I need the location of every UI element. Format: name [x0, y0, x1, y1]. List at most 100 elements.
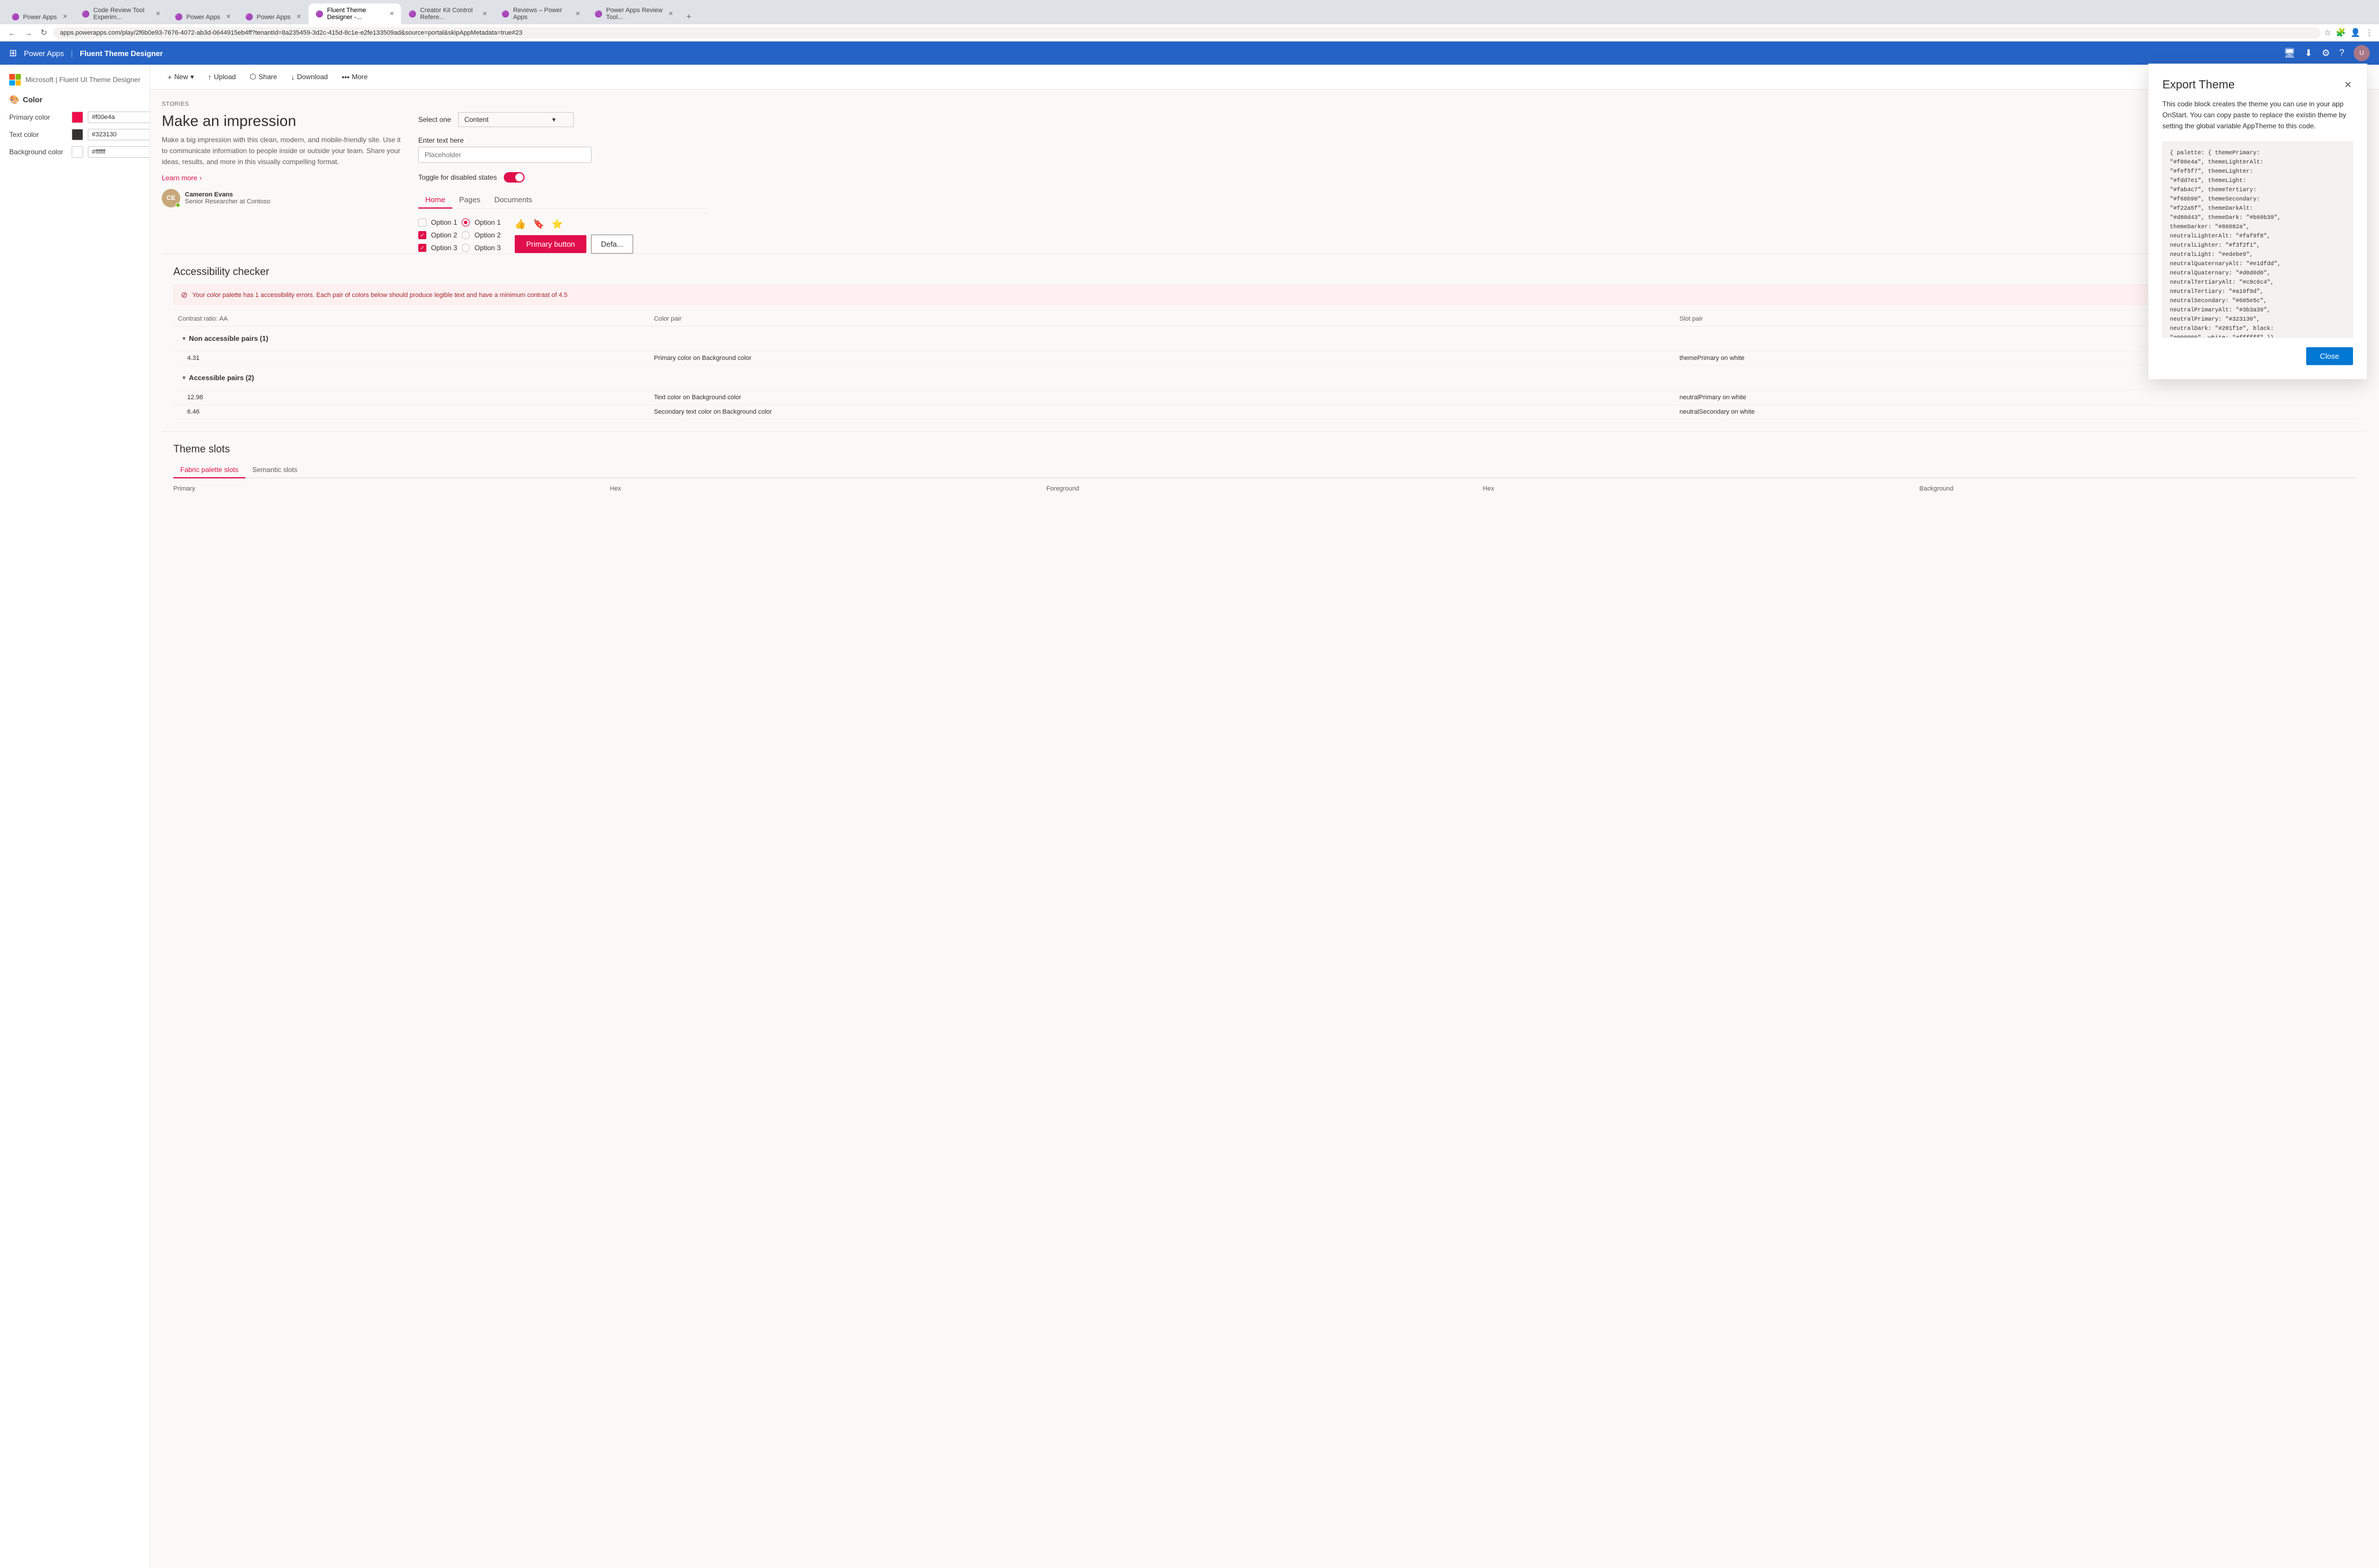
col-ratio: Contrast ratio: AA: [173, 312, 649, 326]
tab-4[interactable]: 🟣 Fluent Theme Designer -... ✕: [308, 3, 401, 24]
export-close-button[interactable]: Close: [2306, 347, 2353, 365]
pivot-pages[interactable]: Pages: [452, 192, 488, 209]
download-icon: ↓: [291, 73, 295, 81]
share-label: Share: [259, 73, 277, 81]
tab-close-4[interactable]: ✕: [389, 11, 394, 17]
export-close-x-button[interactable]: ✕: [2343, 78, 2353, 92]
tab-favicon-2: 🟣: [175, 13, 183, 21]
text-color-swatch[interactable]: [72, 129, 83, 140]
checkbox-2[interactable]: ✓: [418, 231, 426, 239]
non-accessible-group-header: ▾ Non accessible pairs (1): [173, 326, 2356, 351]
status-dot: [176, 203, 180, 207]
tab-favicon-4: 🟣: [315, 10, 324, 18]
primary-color-input[interactable]: [88, 112, 150, 123]
microsoft-logo: [9, 74, 21, 86]
more-button[interactable]: ••• More: [336, 70, 373, 84]
menu-icon[interactable]: ⋮: [2365, 28, 2373, 38]
primary-color-swatch[interactable]: [72, 112, 83, 123]
tab-2[interactable]: 🟣 Power Apps ✕: [168, 10, 238, 24]
main-area: Microsoft | Fluent UI Theme Designer 🎨 C…: [0, 65, 2379, 1568]
download-button[interactable]: ↓ Download: [285, 70, 334, 84]
ellipsis-icon: •••: [341, 73, 350, 81]
theme-slots-section: Theme slots Fabric palette slots Semanti…: [162, 431, 2367, 504]
upload-label: Upload: [214, 73, 236, 81]
bg-color-swatch[interactable]: [72, 146, 83, 158]
thumbup-icon[interactable]: 👍: [515, 218, 526, 230]
primary-button[interactable]: Primary button: [515, 235, 587, 253]
text-input-field[interactable]: [418, 147, 592, 163]
slot-tab-semantic[interactable]: Semantic slots: [246, 462, 304, 478]
bookmark-icon[interactable]: ☆: [2324, 28, 2332, 38]
star-icon[interactable]: ⭐: [552, 218, 563, 230]
profile-icon[interactable]: 👤: [2351, 28, 2361, 38]
upload-button[interactable]: ↑ Upload: [202, 70, 242, 84]
radio-1[interactable]: [462, 218, 470, 226]
settings-icon[interactable]: ⚙: [2322, 47, 2330, 59]
tab-close-3[interactable]: ✕: [296, 14, 301, 20]
share-button[interactable]: ⬡ Share: [244, 69, 282, 84]
checkbox-1[interactable]: [418, 218, 426, 226]
export-description: This code block creates the theme you ca…: [2162, 99, 2353, 132]
download-nav-icon[interactable]: ⬇: [2304, 47, 2312, 59]
tab-label-2: Power Apps: [187, 14, 221, 21]
tab-favicon-6: 🟣: [501, 10, 510, 18]
new-tab-button[interactable]: +: [681, 8, 697, 24]
slots-tabs: Fabric palette slots Semantic slots: [173, 462, 2356, 478]
accessible-color-pair-1: Secondary text color on Background color: [649, 405, 1675, 419]
chevron-down-accessible: ▾: [183, 375, 185, 381]
sidebar: Microsoft | Fluent UI Theme Designer 🎨 C…: [0, 65, 150, 1568]
export-code-block[interactable]: { palette: { themePrimary: "#f00e4a", th…: [2162, 142, 2353, 338]
help-icon[interactable]: ?: [2339, 48, 2344, 58]
url-input[interactable]: [53, 27, 2321, 39]
pivot-home[interactable]: Home: [418, 192, 452, 209]
pivot-documents[interactable]: Documents: [488, 192, 540, 209]
toggle-switch[interactable]: [504, 172, 525, 183]
tab-close-2[interactable]: ✕: [226, 14, 231, 20]
learn-more-link[interactable]: Learn more ›: [162, 174, 404, 182]
slot-tab-fabric[interactable]: Fabric palette slots: [173, 462, 246, 478]
export-header: Export Theme ✕: [2162, 78, 2353, 92]
export-panel: Export Theme ✕ This code block creates t…: [2148, 64, 2367, 380]
tab-7[interactable]: 🟣 Power Apps Review Tool... ✕: [588, 3, 680, 24]
bookmark-action-icon[interactable]: 🔖: [533, 218, 545, 230]
tab-close-5[interactable]: ✕: [482, 11, 487, 17]
select-label: Select one: [418, 116, 451, 124]
waffle-icon[interactable]: ⊞: [9, 47, 17, 59]
back-button[interactable]: ←: [6, 27, 18, 39]
text-color-row: Text color: [9, 129, 140, 140]
non-accessible-row-0: 4.31 Primary color on Background color t…: [173, 351, 2356, 366]
radio-2[interactable]: [462, 231, 470, 239]
radio-3[interactable]: [462, 244, 470, 252]
tab-close-7[interactable]: ✕: [668, 11, 673, 17]
non-accessible-header[interactable]: ▾ Non accessible pairs (1): [178, 330, 2351, 347]
error-banner: ⊘ Your color palette has 1 accessibility…: [173, 285, 2356, 305]
tab-0[interactable]: 🟣 Power Apps ✕: [5, 10, 75, 24]
accessible-row-0: 12.98 Text color on Background color neu…: [173, 391, 2356, 405]
checkbox-3[interactable]: ✓: [418, 244, 426, 252]
tab-close-1[interactable]: ✕: [155, 11, 160, 17]
select-dropdown[interactable]: Content ▾: [458, 112, 574, 127]
tab-label-6: Reviews – Power Apps: [513, 7, 570, 21]
forward-button[interactable]: →: [22, 27, 35, 39]
tab-1[interactable]: 🟣 Code Review Tool Experim... ✕: [75, 3, 168, 24]
radio-label-3: Option 3: [474, 244, 500, 252]
options-grid: Option 1 Option 1 ✓ Option 2: [418, 218, 501, 252]
text-color-input[interactable]: [88, 129, 150, 140]
address-bar: ← → ↻ ☆ 🧩 👤 ⋮: [0, 24, 2379, 42]
new-button[interactable]: + New ▾: [162, 70, 200, 84]
refresh-button[interactable]: ↻: [38, 27, 50, 39]
tab-3[interactable]: 🟣 Power Apps ✕: [239, 10, 308, 24]
tab-close-0[interactable]: ✕: [62, 14, 67, 20]
tab-6[interactable]: 🟣 Reviews – Power Apps ✕: [495, 3, 587, 24]
default-button[interactable]: Defa...: [591, 235, 633, 254]
user-avatar[interactable]: U: [2354, 45, 2370, 61]
user-avatar-preview: CE: [162, 189, 180, 207]
user-name: Cameron Evans: [185, 191, 270, 198]
extension-icon[interactable]: 🧩: [2336, 28, 2345, 38]
monitor-icon[interactable]: 🖥: [2284, 47, 2295, 59]
tab-5[interactable]: 🟣 Creator Kit Control Refere... ✕: [402, 3, 494, 24]
bg-color-input[interactable]: [88, 146, 150, 158]
chevron-right-icon: ›: [199, 174, 202, 182]
accessible-header[interactable]: ▾ Accessible pairs (2): [178, 369, 2351, 387]
tab-close-6[interactable]: ✕: [575, 11, 580, 17]
